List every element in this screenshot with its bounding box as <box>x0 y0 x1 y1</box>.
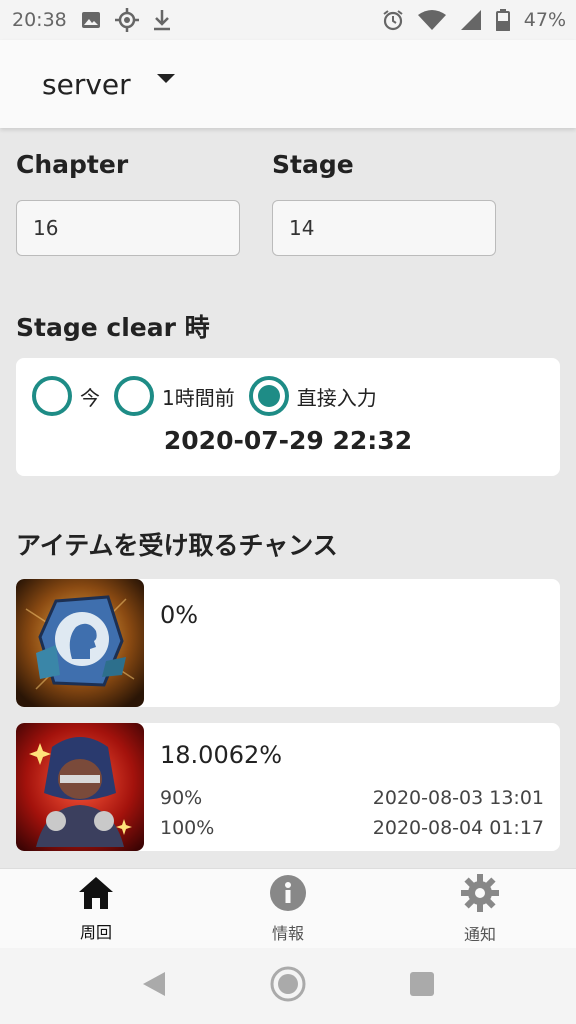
stage-label: Stage <box>272 150 354 179</box>
gps-icon <box>114 8 139 32</box>
stone-icon <box>16 579 144 707</box>
chapter-label: Chapter <box>16 150 129 179</box>
nav-item-notifications[interactable]: 通知 <box>384 869 576 948</box>
radio-circle <box>248 376 289 416</box>
clear-time-radio-group: 今 1時間前 直接入力 <box>16 358 560 416</box>
radio-label: 直接入力 <box>296 385 377 410</box>
back-icon[interactable] <box>141 970 167 1002</box>
server-dropdown[interactable]: server <box>42 68 175 101</box>
wifi-icon <box>417 9 446 31</box>
item-threshold-label: 100% <box>160 817 215 839</box>
clear-time-title: Stage clear 時 <box>16 313 210 342</box>
hero-card-icon <box>16 723 144 851</box>
radio-circle <box>32 376 72 416</box>
item-threshold-date: 2020-08-04 01:17 <box>372 817 544 839</box>
radio-option-now[interactable]: 今 <box>32 376 100 416</box>
info-icon <box>269 874 307 916</box>
home-icon <box>77 875 115 915</box>
nav-label: 情報 <box>271 923 304 943</box>
stage-input[interactable]: 14 <box>272 200 496 256</box>
radio-option-one-hour-ago[interactable]: 1時間前 <box>114 376 235 416</box>
item-percent: 18.0062% <box>160 741 283 769</box>
battery-percent: 47% <box>523 9 566 31</box>
clear-datetime[interactable]: 2020-07-29 22:32 <box>16 426 560 455</box>
item-card: 0% <box>16 579 560 707</box>
bottom-nav: 周回 情報 通知 <box>0 868 576 948</box>
nav-item-info[interactable]: 情報 <box>192 869 384 948</box>
server-label: server <box>42 67 131 101</box>
radio-selected-dot <box>257 385 280 407</box>
home-circle-icon[interactable] <box>269 965 307 1007</box>
download-icon <box>153 9 171 31</box>
item-threshold-date: 2020-08-03 13:01 <box>372 787 544 809</box>
radio-label: 1時間前 <box>162 385 235 410</box>
battery-icon <box>495 9 510 31</box>
alarm-icon <box>382 9 404 31</box>
app-bar: server <box>0 40 576 128</box>
radio-circle <box>114 376 154 416</box>
item-threshold-label: 90% <box>160 787 203 809</box>
items-section-title: アイテムを受け取るチャンス <box>16 531 338 560</box>
clear-time-card: 今 1時間前 直接入力 2020-07-29 22:32 <box>16 358 560 476</box>
nav-item-laps[interactable]: 周回 <box>0 869 192 948</box>
radio-label: 今 <box>80 385 100 410</box>
chevron-down-icon <box>156 73 175 83</box>
item-card: 18.0062% 90% 2020-08-03 13:01 100% 2020-… <box>16 723 560 851</box>
recents-icon[interactable] <box>409 971 435 1001</box>
radio-option-direct-input[interactable]: 直接入力 <box>248 376 377 416</box>
signal-icon <box>460 9 482 31</box>
system-nav-bar <box>0 948 576 1024</box>
nav-label: 周回 <box>79 922 112 942</box>
nav-label: 通知 <box>463 924 496 944</box>
item-percent: 0% <box>160 601 199 629</box>
status-bar: 20:38 47% <box>0 0 576 40</box>
image-icon <box>81 10 101 30</box>
main-content: Chapter 16 Stage 14 Stage clear 時 今 1時間前… <box>0 128 576 868</box>
chapter-input[interactable]: 16 <box>16 200 240 256</box>
gear-icon <box>460 873 500 917</box>
status-time: 20:38 <box>12 9 67 31</box>
